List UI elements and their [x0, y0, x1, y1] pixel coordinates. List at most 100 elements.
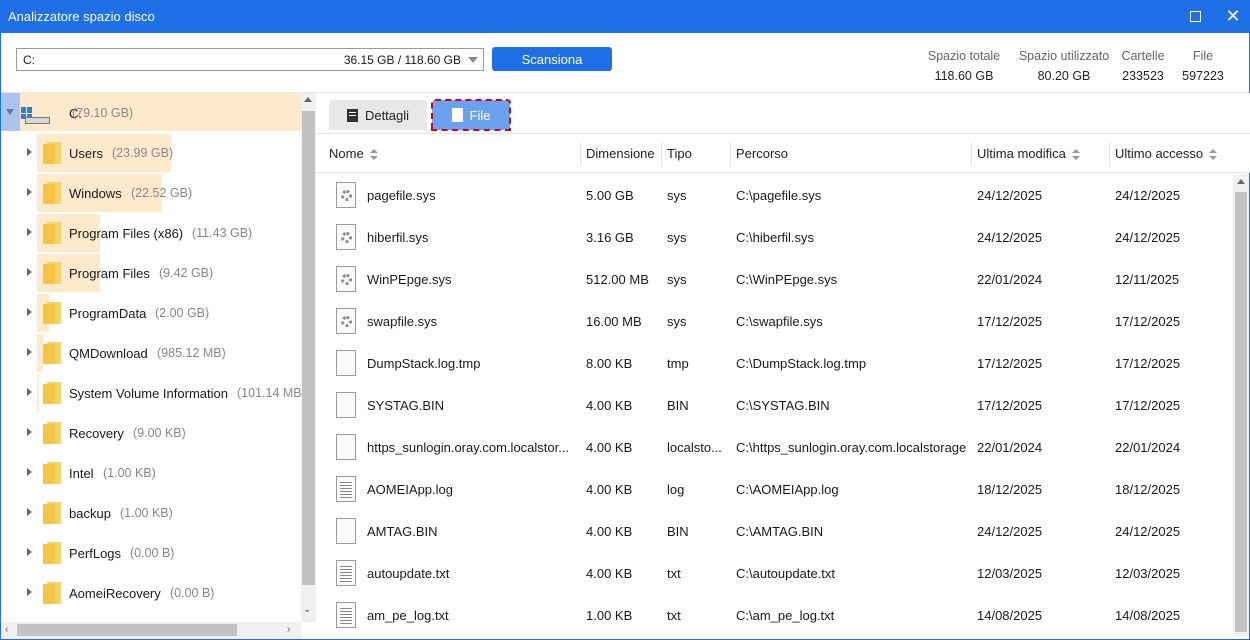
tab-file[interactable]: File	[431, 99, 511, 131]
expand-arrow-icon[interactable]	[27, 348, 32, 356]
table-row[interactable]: SYSTAG.BIN 4.00 KB BIN C:\SYSTAG.BIN 17/12/2…	[316, 384, 1233, 426]
tree-item[interactable]: ProgramData (2.00 GB)	[1, 293, 301, 333]
expand-arrow-icon[interactable]	[27, 268, 32, 276]
column-header-modified[interactable]: Ultima modifica	[977, 146, 1080, 161]
file-size: 4.00 KB	[586, 440, 633, 455]
file-accessed: 17/12/2025	[1115, 356, 1181, 371]
tree-horizontal-scrollbar[interactable]: ‹ ›	[1, 622, 301, 639]
tree-item-size: (23.99 GB)	[112, 146, 174, 160]
column-header-type[interactable]: Tipo	[667, 146, 692, 161]
expand-arrow-icon[interactable]	[27, 508, 32, 516]
file-modified: 17/12/2025	[977, 356, 1043, 371]
column-separator[interactable]	[971, 142, 972, 166]
column-header-path[interactable]: Percorso	[736, 146, 788, 161]
folder-icon	[43, 582, 61, 604]
column-separator[interactable]	[1109, 142, 1110, 166]
sort-icon[interactable]	[1209, 148, 1218, 161]
scrollbar-thumb[interactable]	[1235, 192, 1247, 632]
details-icon	[346, 108, 358, 122]
table-row[interactable]: DumpStack.log.tmp 8.00 KB tmp C:\DumpStack.…	[316, 342, 1233, 384]
file-icon	[451, 108, 463, 122]
tree-item[interactable]: Users (23.99 GB)	[1, 133, 301, 173]
chevron-down-icon[interactable]	[468, 57, 478, 63]
table-row[interactable]: pagefile.sys 5.00 GB sys C:\pagefile.sys 24/…	[316, 174, 1233, 216]
file-path: C:\am_pe_log.txt	[736, 608, 835, 623]
file-size: 16.00 MB	[586, 314, 642, 329]
table-row[interactable]: hiberfil.sys 3.16 GB sys C:\hiberfil.sys 24/…	[316, 216, 1233, 258]
expand-arrow-icon[interactable]	[27, 388, 32, 396]
file-type: BIN	[667, 524, 689, 539]
column-separator[interactable]	[580, 142, 581, 166]
drive-dropdown[interactable]: C: 36.15 GB / 118.60 GB	[16, 48, 484, 71]
scroll-left-icon[interactable]: ‹	[5, 624, 8, 635]
table-row[interactable]: https_sunlogin.oray.com.localstor... 4.00…	[316, 426, 1233, 468]
tree-item-label: AomeiRecovery	[69, 586, 161, 601]
folder-icon	[43, 302, 61, 324]
tree-expander[interactable]	[1, 93, 20, 131]
column-header-accessed[interactable]: Ultimo accesso	[1115, 146, 1218, 161]
text-file-icon	[336, 602, 356, 628]
sort-icon[interactable]	[369, 148, 378, 161]
blank-file-icon	[336, 392, 356, 418]
table-row[interactable]: am_pe_log.txt 1.00 KB txt C:\am_pe_log.txt 1…	[316, 594, 1233, 636]
sort-icon[interactable]	[1071, 148, 1080, 161]
tree-item[interactable]: System Volume Information (101.14 MB)	[1, 373, 301, 413]
tree-item-label: QMDownload	[69, 346, 148, 361]
tree-item[interactable]: Recovery (9.00 KB)	[1, 413, 301, 453]
tree-item[interactable]: PerfLogs (0.00 B)	[1, 533, 301, 573]
tree-item[interactable]: Program Files (9.42 GB)	[1, 253, 301, 293]
tree-item-label: ProgramData	[69, 306, 147, 321]
expand-arrow-icon[interactable]	[27, 148, 32, 156]
system-file-icon	[336, 308, 356, 334]
column-separator[interactable]	[730, 142, 731, 166]
blank-file-icon	[336, 350, 356, 376]
close-button[interactable]: ✕	[1216, 0, 1250, 33]
scrollbar-thumb[interactable]	[17, 624, 237, 636]
table-row[interactable]: WinPEpge.sys 512.00 MB sys C:\WinPEpge.sys 2…	[316, 258, 1233, 300]
scroll-down-icon[interactable]: ⌄	[303, 604, 311, 615]
tree-root-drive[interactable]: C: (79.10 GB)	[1, 93, 301, 131]
folder-icon	[43, 142, 61, 164]
tree-item[interactable]: AomeiRecovery (0.00 B)	[1, 573, 301, 613]
tree-item[interactable]: Windows (22.52 GB)	[1, 173, 301, 213]
table-row[interactable]: autoupdate.txt 4.00 KB txt C:\autoupdate.tx…	[316, 552, 1233, 594]
expand-arrow-icon[interactable]	[27, 548, 32, 556]
column-header-size[interactable]: Dimensione	[586, 146, 655, 161]
tree-item[interactable]: QMDownload (985.12 MB)	[1, 333, 301, 373]
file-path: C:\swapfile.sys	[736, 314, 823, 329]
system-file-icon	[336, 182, 356, 208]
tab-details[interactable]: Dettagli	[329, 100, 427, 130]
column-separator[interactable]	[661, 142, 662, 166]
column-header-name[interactable]: Nome	[329, 146, 378, 161]
stat-label: Cartelle	[1121, 49, 1165, 63]
tree-item[interactable]: Program Files (x86) (11.43 GB)	[1, 213, 301, 253]
table-row[interactable]: swapfile.sys 16.00 MB sys C:\swapfile.sys 17…	[316, 300, 1233, 342]
expand-arrow-icon[interactable]	[27, 228, 32, 236]
tree-item[interactable]: Intel (1.00 KB)	[1, 453, 301, 493]
file-size: 4.00 KB	[586, 524, 633, 539]
expand-arrow-icon[interactable]	[27, 308, 32, 316]
tree-item-size: (0.00 B)	[130, 546, 175, 560]
scrollbar-thumb[interactable]	[302, 111, 315, 585]
file-size: 1.00 KB	[586, 608, 633, 623]
tree-item[interactable]: backup (1.00 KB)	[1, 493, 301, 533]
expand-arrow-icon[interactable]	[27, 188, 32, 196]
expand-arrow-icon[interactable]	[27, 588, 32, 596]
file-table-scrollbar[interactable]	[1233, 174, 1249, 636]
table-row[interactable]: AOMEIApp.log 4.00 KB log C:\AOMEIApp.log 18/…	[316, 468, 1233, 510]
tree-item-size: (79.10 GB)	[72, 106, 134, 120]
tree-vertical-scrollbar[interactable]: ⌄	[301, 93, 316, 622]
expand-arrow-icon[interactable]	[27, 428, 32, 436]
table-row[interactable]: AMTAG.BIN 4.00 KB BIN C:\AMTAG.BIN 24/12/202…	[316, 510, 1233, 552]
scroll-right-icon[interactable]: ›	[287, 624, 290, 635]
scan-button[interactable]: Scansiona	[492, 47, 612, 71]
file-accessed: 17/12/2025	[1115, 314, 1181, 329]
file-accessed: 24/12/2025	[1115, 230, 1181, 245]
stat-value: 597223	[1182, 69, 1224, 83]
file-modified: 17/12/2025	[977, 398, 1043, 413]
expand-arrow-icon[interactable]	[27, 468, 32, 476]
maximize-button[interactable]	[1178, 0, 1212, 33]
scroll-up-icon[interactable]	[304, 97, 312, 102]
scroll-up-icon[interactable]	[1237, 179, 1245, 184]
close-icon: ✕	[1225, 6, 1241, 26]
